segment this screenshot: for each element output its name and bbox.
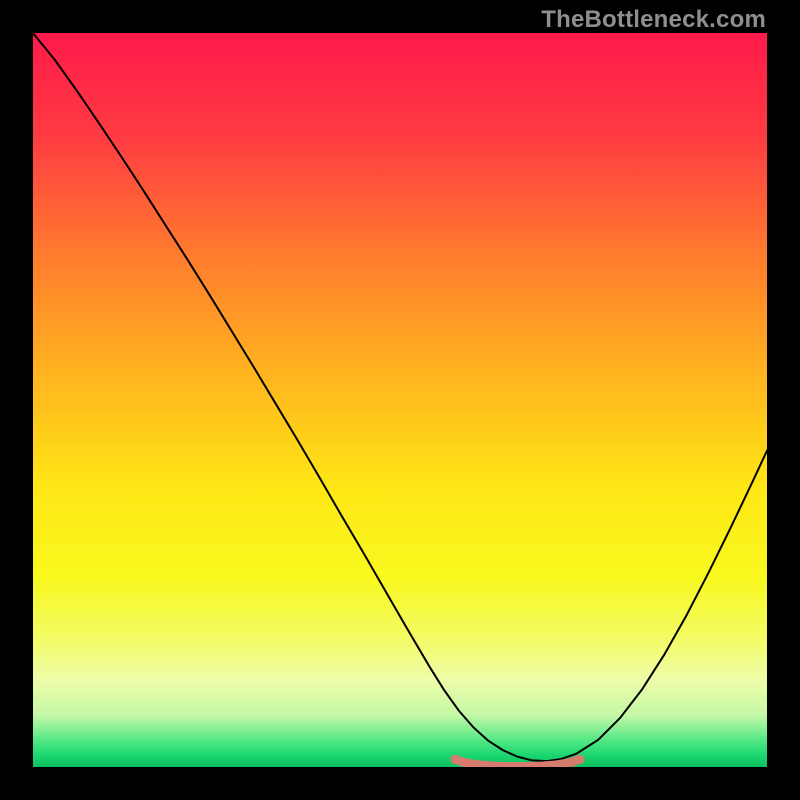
bottleneck-chart xyxy=(33,33,767,767)
chart-frame: TheBottleneck.com xyxy=(0,0,800,800)
gradient-background xyxy=(33,33,767,767)
watermark-text: TheBottleneck.com xyxy=(541,6,766,34)
plot-area xyxy=(33,33,767,767)
